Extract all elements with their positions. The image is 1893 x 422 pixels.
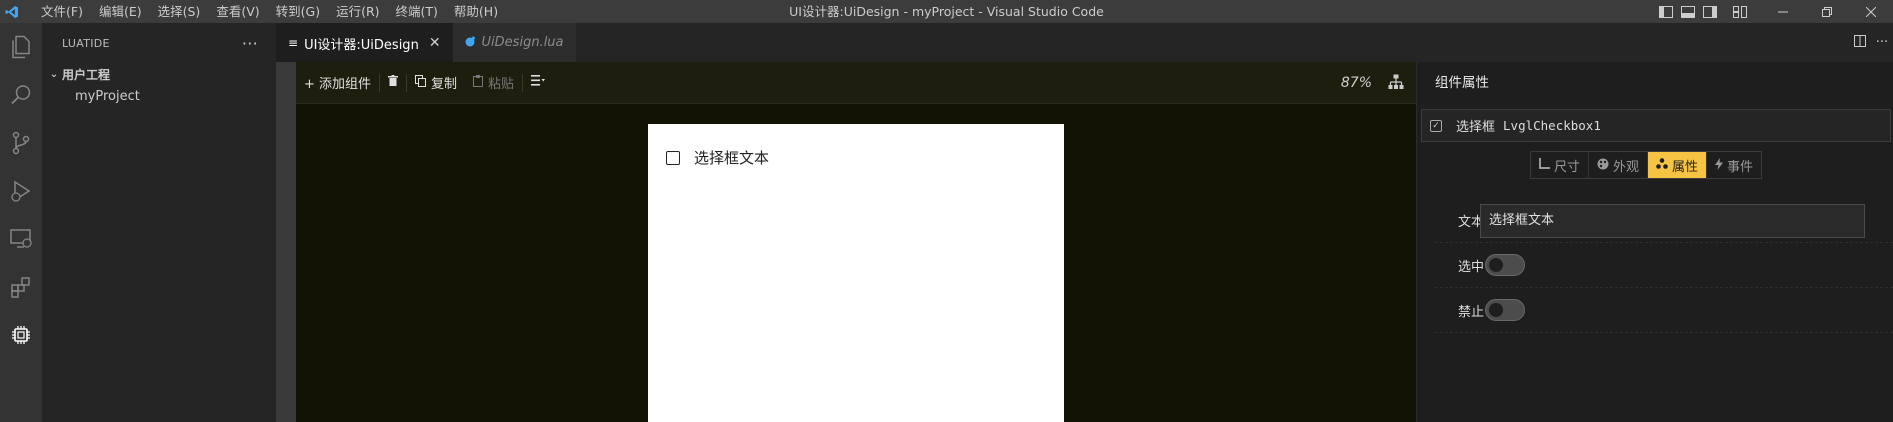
customize-layout-icon[interactable] xyxy=(1729,0,1751,23)
vscode-logo-icon xyxy=(0,0,23,23)
tab-uidesign-lua[interactable]: UiDesign.lua xyxy=(452,23,576,62)
property-tabs: 尺寸 外观 属性 事件 xyxy=(1530,151,1763,179)
toggle-panel-icon[interactable] xyxy=(1677,0,1699,23)
menu-edit[interactable]: 编辑(E) xyxy=(91,0,150,23)
menu-help[interactable]: 帮助(H) xyxy=(446,0,506,23)
extensions-icon[interactable] xyxy=(0,263,42,311)
close-icon[interactable]: ✕ xyxy=(429,35,441,51)
add-component-label: + 添加组件 xyxy=(304,77,372,92)
run-debug-icon[interactable] xyxy=(0,167,42,215)
close-window-button[interactable] xyxy=(1849,0,1893,23)
more-actions-icon[interactable]: ··· xyxy=(242,34,258,53)
title-bar: 文件(F) 编辑(E) 选择(S) 查看(V) 转到(G) 运行(R) 终端(T… xyxy=(0,0,1893,23)
sidebar-title: LUATIDE xyxy=(62,36,110,50)
selected-component-row[interactable]: ✓ 选择框 LvglCheckbox1 xyxy=(1421,109,1891,142)
tab-label: UiDesign.lua xyxy=(481,35,564,50)
prop-row-checked: 选中 xyxy=(1435,243,1893,288)
checkbox-box[interactable] xyxy=(666,150,680,165)
tree-item-label: myProject xyxy=(75,88,140,104)
tab-label: 事件 xyxy=(1727,159,1754,175)
component-properties-panel: 组件属性 ✓ 选择框 LvglCheckbox1 尺寸 外观 属性 事件 文本 … xyxy=(1417,62,1893,422)
checkbox-widget[interactable]: 选择框文本 xyxy=(666,147,769,168)
paste-button[interactable]: 粘贴 xyxy=(465,62,522,104)
tab-events[interactable]: 事件 xyxy=(1707,152,1761,178)
remote-explorer-icon[interactable] xyxy=(0,215,42,263)
menu-file[interactable]: 文件(F) xyxy=(33,0,91,23)
menu-terminal[interactable]: 终端(T) xyxy=(388,0,446,23)
editor-gutter xyxy=(276,23,296,422)
tab-label: 属性 xyxy=(1672,159,1699,175)
screen-preview[interactable]: 选择框文本 xyxy=(648,124,1064,422)
checked-toggle[interactable] xyxy=(1485,254,1525,276)
toggle-secondary-sidebar-icon[interactable] xyxy=(1699,0,1721,23)
paste-label: 粘贴 xyxy=(488,77,515,92)
editor-tabs: ≡ UI设计器:UiDesign ✕ UiDesign.lua ··· xyxy=(276,23,1893,62)
more-actions-icon[interactable]: ··· xyxy=(1871,35,1893,50)
tab-label: UI设计器:UiDesign xyxy=(304,37,419,53)
panel-title: 组件属性 xyxy=(1435,75,1489,91)
tab-size[interactable]: 尺寸 xyxy=(1531,152,1590,178)
disabled-toggle[interactable] xyxy=(1485,299,1525,321)
minimize-button[interactable] xyxy=(1761,0,1805,23)
checkbox-type-icon: ✓ xyxy=(1430,119,1442,132)
lua-file-icon xyxy=(465,36,476,50)
search-icon[interactable] xyxy=(0,71,42,119)
menu-view[interactable]: 查看(V) xyxy=(208,0,267,23)
menu-go[interactable]: 转到(G) xyxy=(268,0,328,23)
prop-label-checked: 选中 xyxy=(1457,259,1484,275)
trash-icon xyxy=(388,75,399,90)
copy-icon xyxy=(415,75,427,90)
design-canvas[interactable]: 选择框文本 xyxy=(296,104,1416,422)
luatide-chip-icon[interactable] xyxy=(0,311,42,359)
tab-uidesign[interactable]: ≡ UI设计器:UiDesign ✕ xyxy=(276,23,453,62)
delete-button[interactable] xyxy=(380,62,406,104)
tab-label: 尺寸 xyxy=(1554,159,1581,175)
explorer-icon[interactable] xyxy=(0,23,42,71)
component-name: LvglCheckbox1 xyxy=(1503,118,1601,133)
checkbox-label: 选择框文本 xyxy=(694,149,770,167)
bolt-icon xyxy=(1715,157,1724,173)
tab-properties[interactable]: 属性 xyxy=(1648,152,1708,178)
copy-button[interactable]: 复制 xyxy=(407,62,465,104)
toggle-primary-sidebar-icon[interactable] xyxy=(1655,0,1677,23)
text-input[interactable]: 选择框文本 xyxy=(1480,204,1865,238)
prop-label-disabled: 禁止 xyxy=(1457,304,1484,320)
tree-item-user-projects[interactable]: ⌄ 用户工程 xyxy=(42,63,276,85)
tree-item-myproject[interactable]: myProject xyxy=(42,85,276,107)
palette-icon xyxy=(1597,158,1609,173)
clipboard-icon xyxy=(473,75,484,90)
activity-bar xyxy=(0,23,42,422)
menu-run[interactable]: 运行(R) xyxy=(328,0,387,23)
chevron-down-icon: ⌄ xyxy=(49,68,59,80)
prop-row-disabled: 禁止 xyxy=(1435,288,1893,333)
add-component-button[interactable]: + 添加组件 xyxy=(296,62,379,104)
menu-selection[interactable]: 选择(S) xyxy=(150,0,209,23)
tab-label: 外观 xyxy=(1613,159,1640,175)
zoom-level: 87% xyxy=(1340,75,1372,91)
copy-label: 复制 xyxy=(431,77,458,92)
prop-row-text: 文本 选择框文本 xyxy=(1435,198,1893,243)
ruler-icon xyxy=(1539,158,1550,172)
designer-toolbar: + 添加组件 复制 粘贴 87% xyxy=(296,62,1416,104)
luatide-sidebar: LUATIDE ··· ⌄ 用户工程 myProject xyxy=(42,23,276,422)
preview-icon: ≡ xyxy=(288,36,299,50)
props-icon xyxy=(1656,157,1668,173)
component-tree-icon[interactable] xyxy=(1388,74,1404,94)
component-type: 选择框 xyxy=(1456,120,1496,135)
align-menu-button[interactable] xyxy=(523,62,553,104)
split-editor-icon[interactable] xyxy=(1849,34,1871,51)
source-control-icon[interactable] xyxy=(0,119,42,167)
tree-item-label: 用户工程 xyxy=(62,67,111,82)
menu-bar: 文件(F) 编辑(E) 选择(S) 查看(V) 转到(G) 运行(R) 终端(T… xyxy=(33,0,506,23)
restore-button[interactable] xyxy=(1805,0,1849,23)
align-dropdown-icon xyxy=(531,75,546,90)
tab-appearance[interactable]: 外观 xyxy=(1589,152,1649,178)
